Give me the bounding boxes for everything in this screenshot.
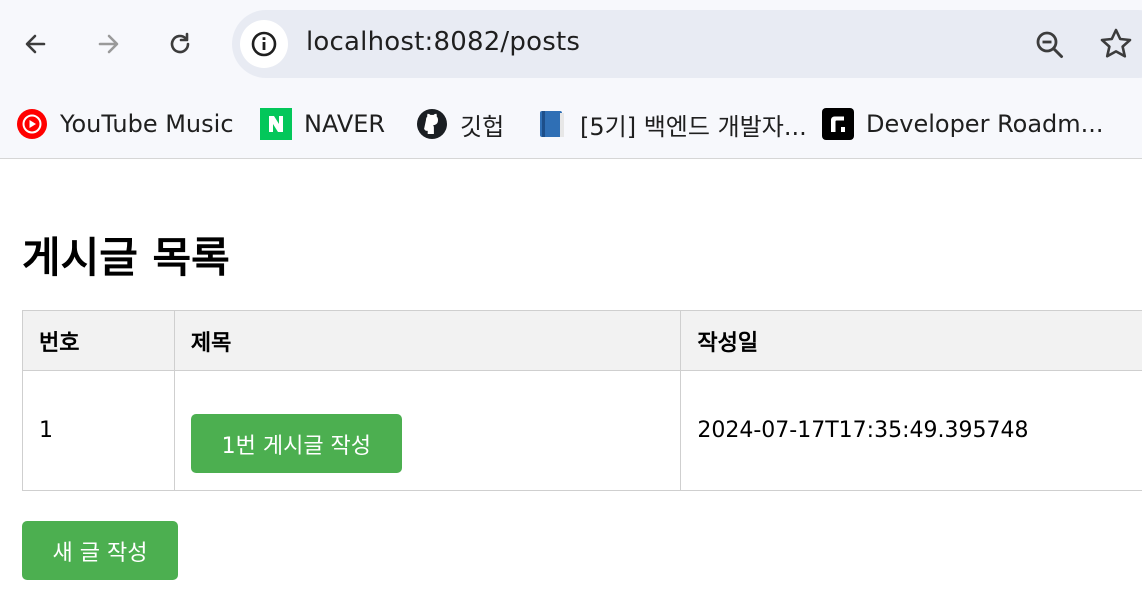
back-button[interactable] [14,22,58,66]
site-info-button[interactable] [240,20,288,68]
bookmark-label: NAVER [304,110,386,138]
address-bar[interactable]: localhost:8082/posts [232,10,1142,78]
bookmark-backend-course[interactable]: [5기] 백엔드 개발자... [536,107,807,141]
bookmark-naver[interactable]: NAVER [260,107,385,141]
new-post-button[interactable]: 새 글 작성 [22,521,178,580]
bookmark-label: [5기] 백엔드 개발자... [580,112,807,141]
column-header-created-at: 작성일 [680,310,1142,371]
bookmark-github[interactable]: 깃헙 [416,107,504,141]
reload-button[interactable] [158,22,202,66]
github-icon [417,109,447,139]
reload-icon [170,32,190,54]
page-title: 게시글 목록 [22,233,230,282]
naver-icon [260,108,292,140]
book-icon [540,111,564,137]
star-icon [1100,28,1132,58]
table-header-row: 번호 제목 작성일 [22,310,1142,371]
posts-table: 번호 제목 작성일 1 1번 게시글 작성 2024-07-17T17:35:4… [22,310,1142,491]
bookmark-label: YouTube Music [60,110,234,138]
bookmark-star-button[interactable] [1098,26,1134,62]
bookmark-label: Developer Roadm... [866,110,1104,138]
roadmap-icon [822,108,854,140]
cell-post-number: 1 [22,370,175,491]
arrow-right-icon [98,34,119,54]
forward-button[interactable] [86,22,130,66]
post-title-button[interactable]: 1번 게시글 작성 [190,414,402,473]
bookmark-youtube-music[interactable]: YouTube Music [16,107,234,141]
table-row: 1 1번 게시글 작성 2024-07-17T17:35:49.395748 [22,370,1142,491]
youtube-music-icon [17,109,47,139]
column-header-number: 번호 [22,310,175,371]
page-content: 게시글 목록 번호 제목 작성일 1 1번 게시글 작성 2024-07-17T… [0,160,1142,600]
info-icon [251,31,277,57]
browser-toolbar: localhost:8082/posts [0,0,1142,90]
url-text[interactable]: localhost:8082/posts [306,27,580,57]
cell-created-at: 2024-07-17T17:35:49.395748 [680,370,1142,491]
arrow-left-icon [25,34,46,54]
bookmarks-bar: YouTube Music NAVER 깃헙 [5기] 백엔드 개발자... D… [0,90,1142,159]
column-header-title: 제목 [173,310,682,371]
bookmark-label: 깃헙 [460,112,505,141]
zoom-out-icon [1036,31,1063,58]
bookmark-developer-roadmap[interactable]: Developer Roadm... [822,107,1104,141]
zoom-button[interactable] [1032,27,1068,63]
cell-post-title: 1번 게시글 작성 [173,370,682,491]
